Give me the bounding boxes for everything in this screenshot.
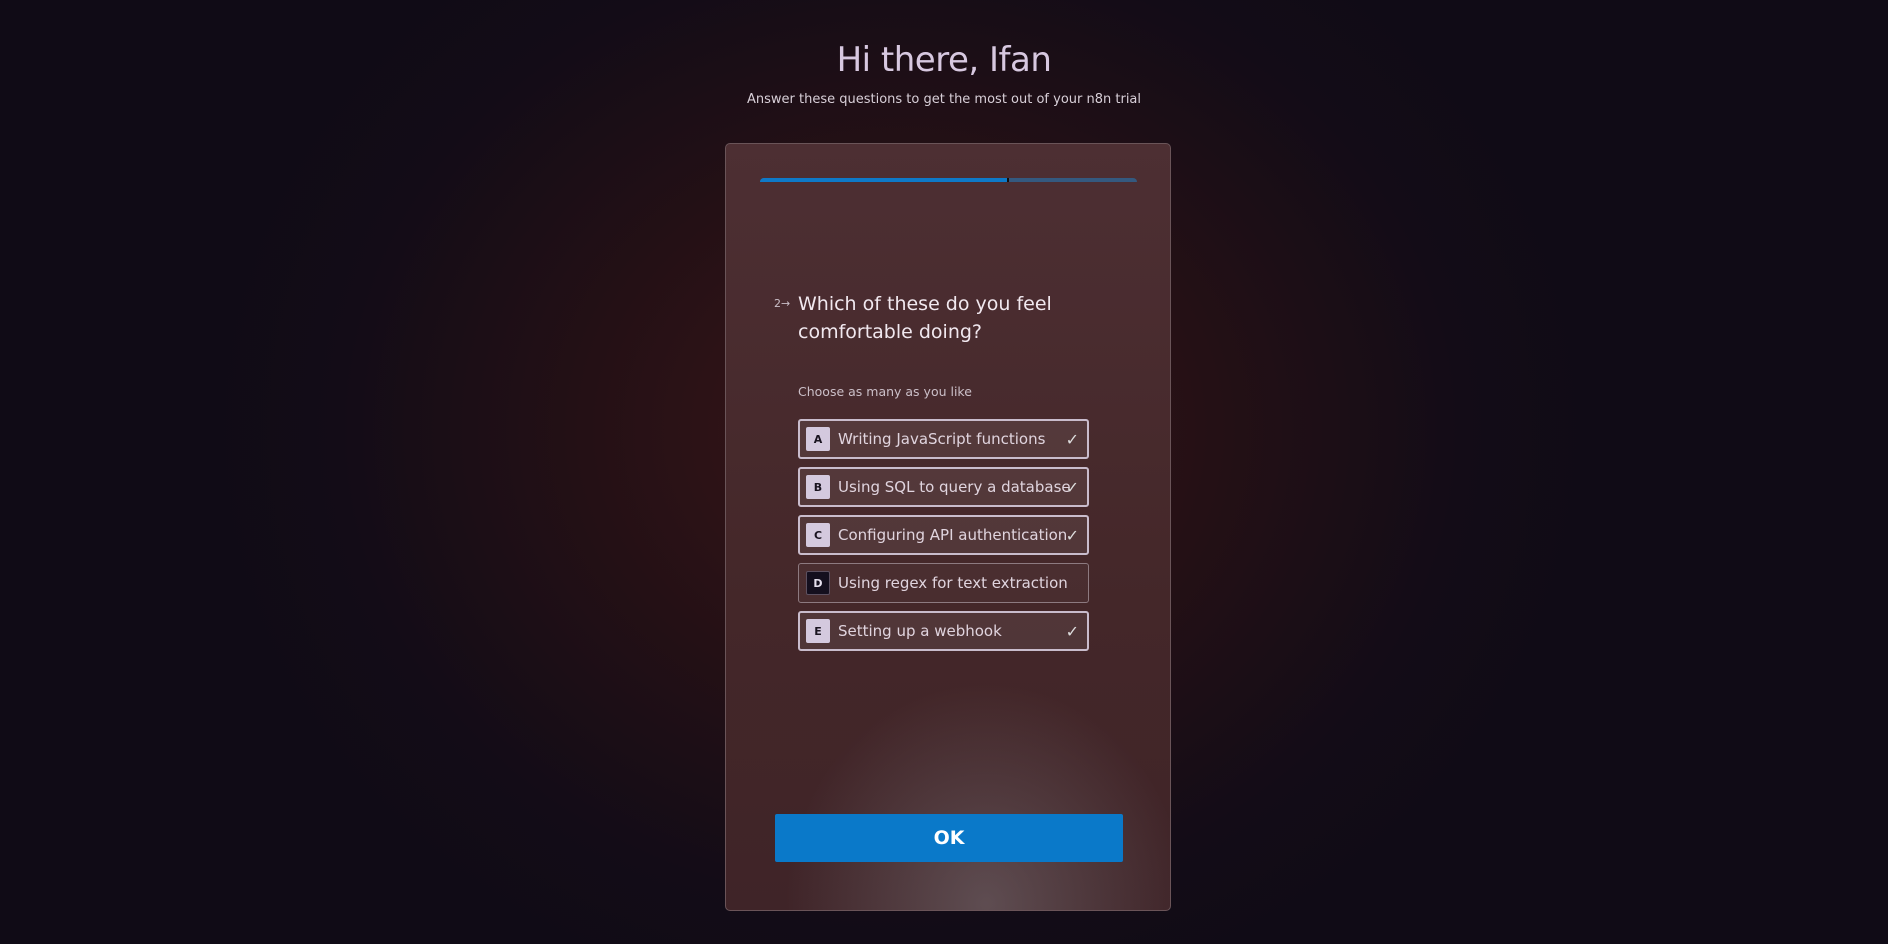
option-key: C [806,523,830,547]
progress-bar [760,178,1137,182]
option-label: Using regex for text extraction [838,574,1068,592]
option-label: Setting up a webhook [838,622,1002,640]
page-title: Hi there, Ifan [836,40,1052,80]
question-hint: Choose as many as you like [798,384,972,399]
survey-card: 2→ Which of these do you feel comfortabl… [725,143,1171,911]
option-key: E [806,619,830,643]
option-key: D [806,571,830,595]
option-a[interactable]: A Writing JavaScript functions ✓ [798,419,1089,459]
check-icon: ✓ [1065,526,1079,545]
option-key: B [806,475,830,499]
question-number: 2→ [774,297,791,310]
question-text: Which of these do you feel comfortable d… [798,293,1052,343]
option-d[interactable]: D Using regex for text extraction [798,563,1089,603]
page-subtitle: Answer these questions to get the most o… [746,92,1142,107]
check-icon: ✓ [1065,622,1079,641]
option-e[interactable]: E Setting up a webhook ✓ [798,611,1089,651]
option-label: Writing JavaScript functions [838,430,1046,448]
option-c[interactable]: C Configuring API authentication ✓ [798,515,1089,555]
check-icon: ✓ [1065,478,1079,497]
option-label: Using SQL to query a database [838,478,1071,496]
ok-button[interactable]: OK [775,814,1123,862]
option-label: Configuring API authentication [838,526,1068,544]
check-icon: ✓ [1065,430,1079,449]
option-key: A [806,427,830,451]
progress-fill [760,178,1009,182]
options-list: A Writing JavaScript functions ✓ B Using SQ… [798,419,1089,659]
option-b[interactable]: B Using SQL to query a database ✓ [798,467,1089,507]
